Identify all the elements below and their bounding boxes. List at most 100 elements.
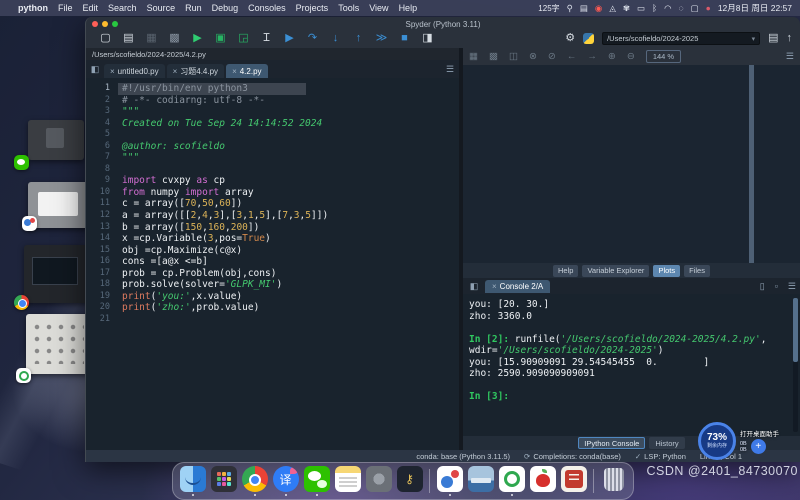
menu-item-projects[interactable]: Projects	[296, 3, 329, 13]
dock-icon-notes[interactable]	[334, 466, 361, 496]
editor-options-icon[interactable]: ☰	[443, 64, 457, 75]
search-icon[interactable]: ◌	[679, 3, 684, 14]
zoom-in-icon[interactable]: ⊕	[608, 51, 616, 62]
assistant-plus-button[interactable]: +	[751, 439, 766, 454]
menu-item-tools[interactable]: Tools	[338, 3, 359, 13]
memory-gauge[interactable]: 73% 剩余内存	[698, 422, 736, 460]
editor-tab-4.2.py[interactable]: ×4.2.py	[226, 64, 267, 78]
titlebar[interactable]: Spyder (Python 3.11)	[86, 17, 800, 29]
next-plot-icon[interactable]: →	[587, 51, 597, 62]
dock-icon-redapple[interactable]	[529, 466, 556, 496]
remove-all-plots-icon[interactable]: ⊘	[548, 51, 556, 62]
save-icon[interactable]: ▦	[140, 29, 163, 48]
inspect-icon[interactable]: ▫	[775, 281, 778, 292]
ipython-console[interactable]: you: [20. 30.]zho: 3360.0In [2]: runfile…	[463, 294, 800, 436]
memory-assistant-overlay[interactable]: 73% 剩余内存 打开桌面助手 0B 0B +	[698, 420, 800, 462]
parent-directory-icon[interactable]: ↑	[787, 29, 793, 48]
record-icon[interactable]: ◉	[595, 3, 602, 14]
menu-item-consoles[interactable]: Consoles	[248, 3, 286, 13]
paw-icon[interactable]: ✾	[623, 3, 630, 14]
dock-icon-translate[interactable]: 译	[272, 466, 299, 496]
run-cell-icon[interactable]: ▣	[209, 29, 232, 48]
minimized-window-wechat[interactable]	[28, 120, 84, 160]
close-icon[interactable]: ×	[232, 67, 237, 76]
dock-icon-chrome[interactable]	[241, 466, 268, 496]
minimized-window-browser[interactable]	[24, 245, 90, 303]
maximize-pane-icon[interactable]: ◨	[416, 29, 439, 48]
close-icon[interactable]: ×	[492, 282, 497, 291]
run-cell-advance-icon[interactable]: ◲	[232, 29, 255, 48]
stop-icon[interactable]: ■	[393, 29, 416, 48]
menu-item-debug[interactable]: Debug	[212, 3, 239, 13]
close-icon[interactable]: ×	[110, 67, 115, 76]
dock-icon-settings[interactable]	[365, 466, 392, 496]
tab-ipython-console[interactable]: IPython Console	[578, 437, 645, 449]
pane-tab-plots[interactable]: Plots	[653, 265, 680, 277]
console-panel-icon[interactable]: ◧	[467, 281, 481, 292]
menu-item-run[interactable]: Run	[185, 3, 202, 13]
plots-scrollbar[interactable]	[749, 65, 754, 263]
keyboard-icon[interactable]: ▤	[580, 3, 588, 14]
working-directory-combobox[interactable]: /Users/scofieldo/2024-2025 ▾	[602, 32, 760, 45]
console-options-icon[interactable]: ☰	[788, 281, 796, 292]
menu-item-view[interactable]: View	[369, 3, 388, 13]
pane-tab-files[interactable]: Files	[684, 265, 710, 277]
copy-image-icon[interactable]: ◫	[509, 51, 518, 62]
pane-tab-variable-explorer[interactable]: Variable Explorer	[582, 265, 649, 277]
menu-item-help[interactable]: Help	[399, 3, 418, 13]
run-selection-icon[interactable]: Ɪ	[255, 29, 278, 48]
mic-icon[interactable]: ⚲	[567, 3, 573, 14]
app-menu-python[interactable]: python	[18, 3, 48, 13]
console-scrollbar-thumb[interactable]	[793, 298, 798, 362]
continue-icon[interactable]: ≫	[370, 29, 393, 48]
remove-plot-icon[interactable]: ⊗	[529, 51, 537, 62]
editor-tab-untitled0.py[interactable]: ×untitled0.py	[104, 64, 165, 78]
dock-icon-finder[interactable]	[179, 466, 206, 496]
menubar-clock[interactable]: 12月8日 周日 22:57	[718, 2, 792, 14]
dock-icon-keychain[interactable]: ⚷	[396, 466, 423, 496]
bluetooth-icon[interactable]: ᛒ	[652, 3, 657, 14]
code-editor[interactable]: 1#!/usr/bin/env python32# -*- codiarng: …	[86, 78, 459, 450]
display-icon[interactable]: ▢	[691, 3, 699, 14]
split-panel-icon[interactable]: ◧	[88, 64, 102, 75]
preferences-icon[interactable]: ⚙	[565, 29, 575, 48]
console-tab[interactable]: × Console 2/A	[485, 280, 550, 293]
run-icon[interactable]: ▶	[186, 29, 209, 48]
battery-icon[interactable]: ▭	[637, 3, 645, 14]
dock-icon-trash[interactable]	[600, 466, 627, 496]
dock-icon-wechat[interactable]	[303, 466, 330, 496]
step-out-icon[interactable]: ↑	[347, 29, 370, 48]
menu-item-search[interactable]: Search	[108, 3, 137, 13]
previous-plot-icon[interactable]: ←	[567, 51, 577, 62]
menu-item-source[interactable]: Source	[147, 3, 176, 13]
browse-directory-icon[interactable]: ▤	[768, 29, 778, 48]
dock-icon-preview[interactable]	[467, 466, 494, 496]
file-breadcrumb[interactable]: /Users/scofieldo/2024-2025/4.2.py	[86, 48, 459, 60]
zoom-out-icon[interactable]: ⊖	[627, 51, 635, 62]
wifi-icon[interactable]: ◠	[664, 3, 671, 14]
dock-icon-blueapp[interactable]	[436, 466, 463, 496]
recording-dot-icon[interactable]: ●	[706, 3, 711, 14]
menu-item-edit[interactable]: Edit	[83, 3, 99, 13]
step-over-icon[interactable]: ↷	[301, 29, 324, 48]
plots-zoom-level[interactable]: 144 %	[646, 50, 681, 63]
tab-history[interactable]: History	[649, 437, 684, 449]
shapes-icon[interactable]: ◬	[609, 3, 616, 14]
dock-icon-launchpad[interactable]	[210, 466, 237, 496]
dock-icon-seal[interactable]	[560, 466, 587, 496]
save-all-plots-icon[interactable]: ▩	[489, 51, 498, 62]
open-file-icon[interactable]: ▤	[117, 29, 140, 48]
dock-icon-greenring[interactable]	[498, 466, 525, 496]
debug-icon[interactable]: ▶	[278, 29, 301, 48]
new-file-icon[interactable]: ▢	[94, 29, 117, 48]
input-method-indicator[interactable]: 125字	[538, 3, 559, 14]
plots-options-icon[interactable]: ☰	[786, 51, 794, 62]
close-icon[interactable]: ×	[173, 67, 178, 76]
step-into-icon[interactable]: ↓	[324, 29, 347, 48]
pane-tab-help[interactable]: Help	[553, 265, 578, 277]
save-all-icon[interactable]: ▩	[163, 29, 186, 48]
menu-item-file[interactable]: File	[58, 3, 73, 13]
save-plot-icon[interactable]: ▦	[469, 51, 478, 62]
python-logo-icon[interactable]	[583, 33, 594, 44]
editor-tab-习题4.4.py[interactable]: ×习题4.4.py	[167, 64, 224, 78]
